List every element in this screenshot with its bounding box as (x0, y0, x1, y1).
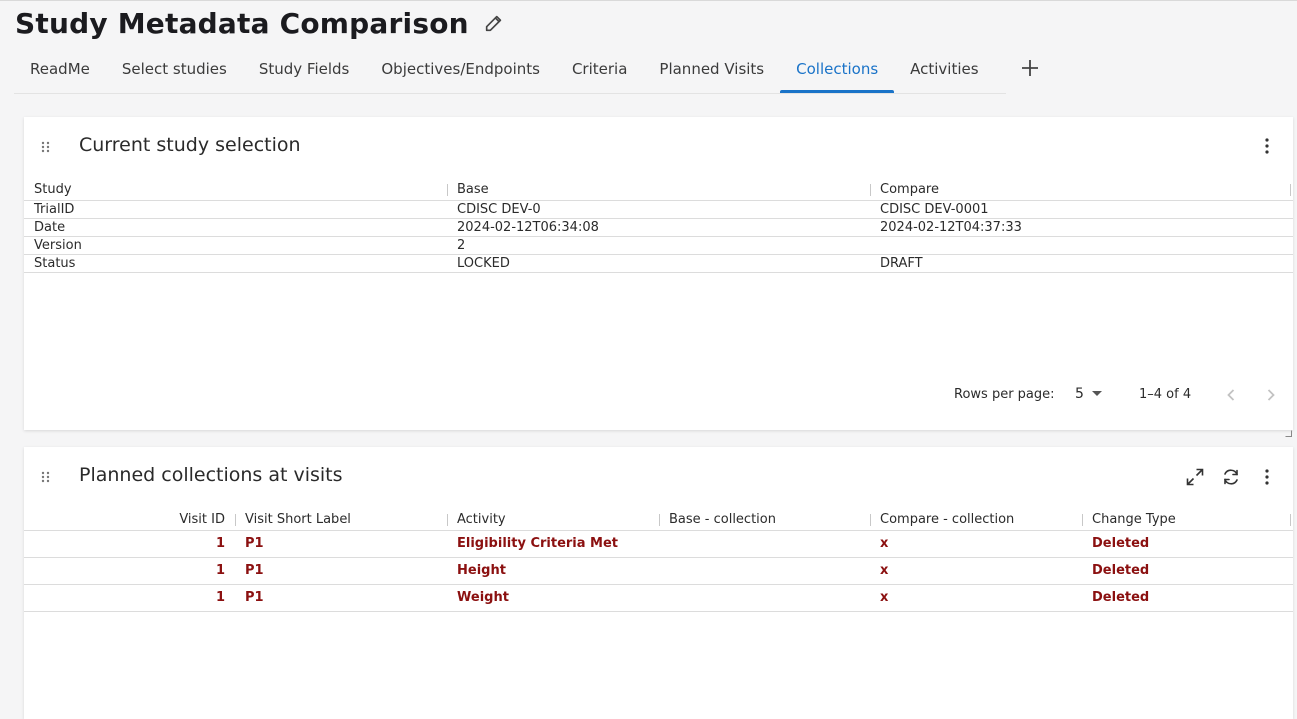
column-separator[interactable] (870, 184, 871, 196)
card-title: Planned collections at visits (79, 464, 343, 486)
cell-study: Status (34, 256, 76, 271)
cell-compare: CDISC DEV-0001 (880, 202, 989, 217)
table-header: Visit ID Visit Short Label Activity Base… (24, 510, 1293, 531)
tab-objectives-endpoints[interactable]: Objectives/Endpoints (365, 45, 556, 93)
column-separator[interactable] (447, 184, 448, 196)
table-row[interactable]: TrialID CDISC DEV-0 CDISC DEV-0001 (24, 201, 1293, 219)
cell-base: CDISC DEV-0 (457, 202, 541, 217)
cell-activity: Height (457, 563, 506, 578)
table-row[interactable]: Version 2 (24, 237, 1293, 255)
tab-activities[interactable]: Activities (894, 45, 994, 93)
top-border (0, 0, 1297, 1)
cell-visit-short-label: P1 (245, 590, 264, 605)
column-header-activity[interactable]: Activity (457, 510, 506, 530)
cell-study: Version (34, 238, 82, 253)
tab-bar: ReadMe Select studies Study Fields Objec… (14, 45, 1006, 94)
column-header-compare-collection[interactable]: Compare - collection (880, 510, 1014, 530)
cell-compare-collection: x (880, 536, 889, 551)
collections-table: Visit ID Visit Short Label Activity Base… (24, 510, 1293, 612)
drag-handle-icon[interactable] (40, 469, 52, 483)
table-header: Study Base Compare (24, 180, 1293, 201)
tab-planned-visits[interactable]: Planned Visits (643, 45, 780, 93)
add-tab-plus-icon[interactable] (1017, 55, 1043, 81)
table-row[interactable]: 1 P1 Weight x Deleted (24, 585, 1293, 612)
page-title: Study Metadata Comparison (15, 6, 469, 40)
cell-visit-short-label: P1 (245, 563, 264, 578)
current-study-selection-card: Current study selection Study Base Compa… (24, 117, 1293, 437)
column-header-base-collection[interactable]: Base - collection (669, 510, 776, 530)
rows-per-page-label: Rows per page: (954, 387, 1055, 402)
cell-base: 2 (457, 238, 466, 253)
column-header-compare[interactable]: Compare (880, 180, 939, 200)
cell-visit-id: 1 (215, 590, 225, 605)
table-row[interactable]: Status LOCKED DRAFT (24, 255, 1293, 273)
cell-compare: 2024-02-12T04:37:33 (880, 220, 1022, 235)
cell-change-type: Deleted (1092, 563, 1150, 578)
drag-handle-icon[interactable] (40, 139, 52, 153)
column-separator[interactable] (235, 514, 236, 526)
column-separator[interactable] (1290, 514, 1291, 526)
pagination-range: 1–4 of 4 (1139, 387, 1192, 402)
table-row[interactable]: 1 P1 Height x Deleted (24, 558, 1293, 585)
cell-study: TrialID (34, 202, 75, 217)
more-vert-icon[interactable] (1255, 465, 1279, 489)
column-header-study[interactable]: Study (34, 180, 72, 200)
rows-per-page-value: 5 (1075, 386, 1084, 402)
card-header: Planned collections at visits (24, 447, 1293, 505)
column-header-visit-short-label[interactable]: Visit Short Label (245, 510, 351, 530)
cell-change-type: Deleted (1092, 590, 1150, 605)
fullscreen-icon[interactable] (1183, 465, 1207, 489)
study-selection-table: Study Base Compare TrialID CDISC DEV-0 C… (24, 180, 1293, 273)
cell-visit-id: 1 (215, 563, 225, 578)
next-page-icon[interactable] (1259, 383, 1283, 407)
column-header-base[interactable]: Base (457, 180, 489, 200)
cell-change-type: Deleted (1092, 536, 1150, 551)
planned-collections-card: Planned collections at visits Visit ID V… (24, 447, 1293, 719)
tab-collections[interactable]: Collections (780, 45, 895, 93)
cell-activity: Eligibility Criteria Met (457, 536, 619, 551)
cell-visit-id: 1 (215, 536, 225, 551)
tab-criteria[interactable]: Criteria (556, 45, 643, 93)
table-pagination: Rows per page: 5 1–4 of 4 (24, 383, 1293, 407)
cell-visit-short-label: P1 (245, 536, 264, 551)
rows-per-page-select[interactable]: 5 (1075, 386, 1102, 402)
cell-activity: Weight (457, 590, 509, 605)
column-header-change-type[interactable]: Change Type (1092, 510, 1176, 530)
column-separator[interactable] (1082, 514, 1083, 526)
card-title: Current study selection (79, 134, 301, 156)
table-row[interactable]: Date 2024-02-12T06:34:08 2024-02-12T04:3… (24, 219, 1293, 237)
cell-compare-collection: x (880, 563, 889, 578)
cell-compare: DRAFT (880, 256, 923, 271)
card-header: Current study selection (24, 117, 1293, 175)
refresh-icon[interactable] (1219, 465, 1243, 489)
column-separator[interactable] (447, 514, 448, 526)
resize-handle-icon[interactable] (1285, 422, 1292, 437)
column-header-visit-id[interactable]: Visit ID (24, 510, 225, 530)
cell-base: LOCKED (457, 256, 510, 271)
tab-readme[interactable]: ReadMe (14, 45, 106, 93)
tab-select-studies[interactable]: Select studies (106, 45, 243, 93)
previous-page-icon[interactable] (1219, 383, 1243, 407)
cell-study: Date (34, 220, 66, 235)
column-separator[interactable] (870, 514, 871, 526)
column-separator[interactable] (659, 514, 660, 526)
tab-study-fields[interactable]: Study Fields (243, 45, 366, 93)
column-separator[interactable] (1290, 184, 1291, 196)
page-header: Study Metadata Comparison (15, 3, 505, 43)
edit-pencil-icon[interactable] (483, 12, 505, 34)
more-vert-icon[interactable] (1255, 134, 1279, 158)
dropdown-arrow-icon (1091, 391, 1102, 396)
cell-compare-collection: x (880, 590, 889, 605)
cell-base: 2024-02-12T06:34:08 (457, 220, 599, 235)
table-row[interactable]: 1 P1 Eligibility Criteria Met x Deleted (24, 531, 1293, 558)
